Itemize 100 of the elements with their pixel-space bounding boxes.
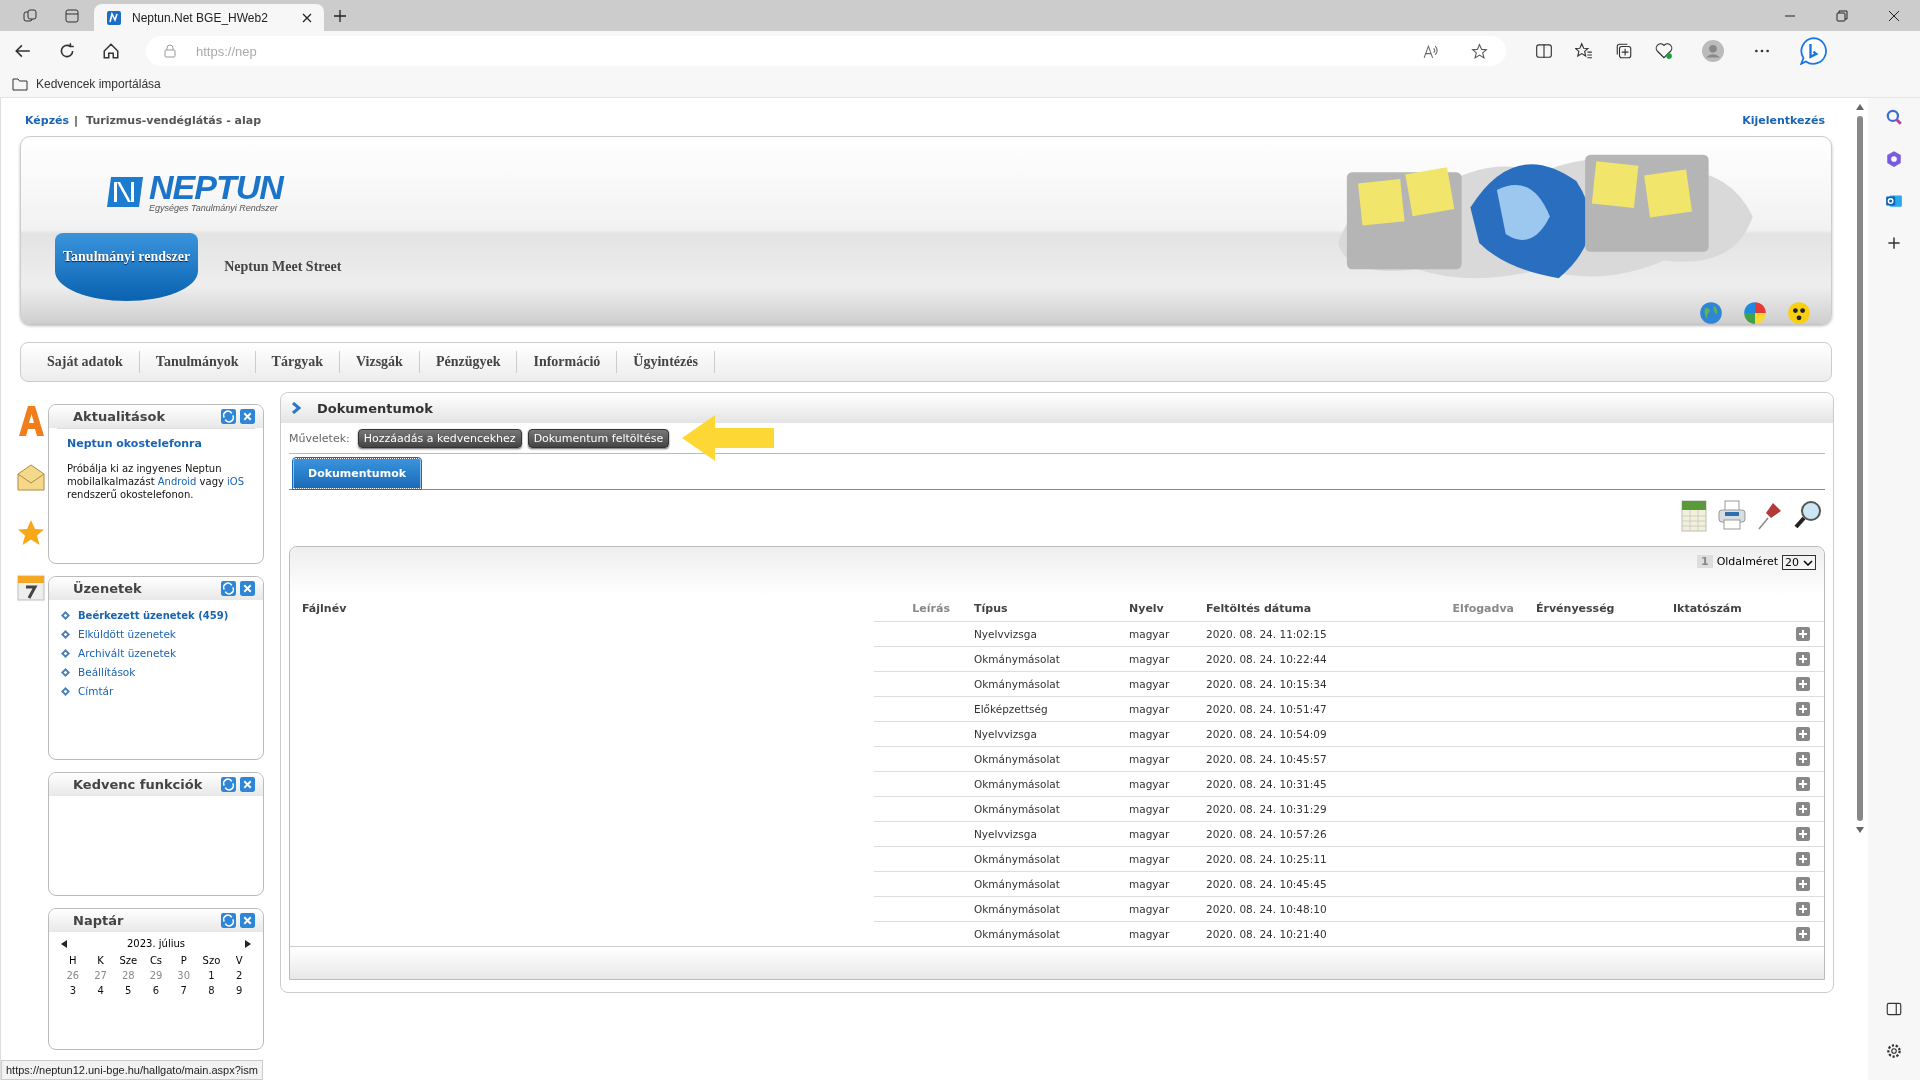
- refresh-icon[interactable]: [58, 42, 76, 60]
- plus-icon[interactable]: [1796, 777, 1810, 791]
- action-button[interactable]: Hozzáadás a kedvencekhez: [357, 428, 522, 448]
- collections-icon[interactable]: [1615, 42, 1633, 60]
- split-screen-icon[interactable]: [1535, 42, 1553, 60]
- column-header[interactable]: Elfogadva: [1439, 602, 1524, 615]
- calendar-day[interactable]: 8: [197, 985, 226, 996]
- plus-icon[interactable]: [1796, 852, 1810, 866]
- tab-actions-icon[interactable]: [64, 8, 80, 24]
- column-header[interactable]: Fájlnév: [290, 602, 874, 615]
- copilot-icon[interactable]: [1800, 37, 1828, 65]
- news-headline[interactable]: Neptun okostelefonra: [67, 437, 245, 450]
- panel-title: Naptár: [73, 913, 124, 928]
- restore-icon[interactable]: [1836, 10, 1848, 22]
- previous-month-icon[interactable]: [61, 939, 67, 948]
- calendar-day[interactable]: 2: [225, 970, 253, 981]
- heart-pulse-icon[interactable]: [1655, 42, 1673, 60]
- calendar-day[interactable]: 7: [169, 985, 198, 996]
- settings-icon[interactable]: [1885, 1042, 1903, 1060]
- plus-icon[interactable]: [1796, 927, 1810, 941]
- favorites-icon[interactable]: [1575, 42, 1593, 60]
- sidebar-icon[interactable]: [1885, 1000, 1903, 1018]
- profile-avatar-icon[interactable]: [1702, 40, 1724, 62]
- weekday-label: H: [68, 955, 78, 966]
- plus-icon[interactable]: [1796, 727, 1810, 741]
- home-icon[interactable]: [102, 42, 120, 60]
- plus-icon[interactable]: [1796, 877, 1810, 891]
- message-link[interactable]: Beállítások: [78, 666, 136, 678]
- workspaces-icon[interactable]: [22, 8, 38, 24]
- plus-icon[interactable]: [1796, 702, 1810, 716]
- column-header[interactable]: Feltöltés dátuma: [1194, 602, 1439, 615]
- message-link[interactable]: Elküldött üzenetek: [78, 628, 176, 640]
- menu-item[interactable]: Tárgyak: [255, 351, 340, 373]
- scroll-down-icon[interactable]: [1855, 827, 1864, 833]
- hexagon-icon[interactable]: [1885, 150, 1903, 168]
- add-icon[interactable]: [1885, 234, 1903, 252]
- column-header[interactable]: Iktatószám: [1661, 602, 1782, 615]
- action-button[interactable]: Dokumentum feltöltése: [527, 428, 670, 448]
- menu-item[interactable]: Ügyintézés: [617, 351, 715, 373]
- actions-label: Műveletek:: [289, 431, 350, 445]
- column-header[interactable]: Érvényesség: [1524, 602, 1661, 615]
- smiley-icon[interactable]: [1787, 301, 1811, 325]
- calendar-day[interactable]: 1: [197, 970, 226, 981]
- star-icon[interactable]: [1471, 42, 1488, 60]
- scroll-up-icon[interactable]: [1855, 104, 1864, 110]
- color-wheel-icon[interactable]: [1743, 301, 1767, 325]
- message-link[interactable]: Archivált üzenetek: [78, 647, 177, 659]
- app-link[interactable]: iOS: [227, 476, 245, 487]
- message-link[interactable]: Beérkezett üzenetek (459): [78, 610, 229, 621]
- calendar-day[interactable]: 28: [114, 970, 143, 981]
- favorites-bar-item[interactable]: Kedvencek importálása: [12, 77, 161, 91]
- menu-item[interactable]: Tanulmányok: [139, 351, 256, 373]
- app-link[interactable]: Android: [157, 476, 197, 487]
- calendar-day[interactable]: 4: [86, 985, 115, 996]
- logout-link[interactable]: Kijelentkezés: [1742, 113, 1825, 127]
- plus-icon[interactable]: [1796, 827, 1810, 841]
- logo-name: NEPTUN: [149, 171, 283, 203]
- message-link[interactable]: Címtár: [78, 685, 114, 697]
- calendar-day[interactable]: 26: [59, 970, 87, 981]
- calendar-day[interactable]: 9: [225, 985, 253, 996]
- program-name: Turizmus-vendéglátás - alap: [86, 113, 262, 127]
- breadcrumb-link[interactable]: Képzés: [25, 113, 70, 127]
- new-tab-icon[interactable]: [332, 8, 348, 24]
- calendar-day[interactable]: 5: [114, 985, 143, 996]
- column-header[interactable]: Típus: [962, 602, 1117, 615]
- menu-item[interactable]: Saját adatok: [31, 351, 140, 373]
- mail-app-icon[interactable]: [1885, 192, 1903, 210]
- back-icon[interactable]: [14, 42, 32, 60]
- table-cell: Nyelvvizsga: [962, 821, 1117, 846]
- content-tab[interactable]: Dokumentumok: [293, 458, 421, 489]
- menu-item[interactable]: Információ: [517, 351, 618, 373]
- calendar-day[interactable]: 3: [59, 985, 87, 996]
- calendar-day[interactable]: 30: [169, 970, 198, 981]
- plus-icon[interactable]: [1796, 677, 1810, 691]
- spreadsheet-export-icon[interactable]: [1679, 498, 1709, 534]
- menu-item[interactable]: Vizsgák: [339, 351, 420, 373]
- table-cell: magyar: [1117, 771, 1194, 796]
- calendar-day[interactable]: 29: [142, 970, 170, 981]
- next-month-icon[interactable]: [245, 939, 251, 948]
- plus-icon[interactable]: [1796, 752, 1810, 766]
- column-header[interactable]: Leírás: [874, 602, 962, 615]
- plus-icon[interactable]: [1796, 652, 1810, 666]
- page-title: Dokumentumok: [317, 400, 433, 416]
- close-icon[interactable]: [1888, 10, 1900, 22]
- plus-icon[interactable]: [1796, 802, 1810, 816]
- plus-icon[interactable]: [1796, 627, 1810, 641]
- close-icon[interactable]: [302, 12, 312, 23]
- calendar-day[interactable]: 6: [142, 985, 170, 996]
- column-header[interactable]: Nyelv: [1117, 602, 1194, 615]
- table-cell: Okmánymásolat: [962, 771, 1117, 796]
- page-size-select[interactable]: 20: [1782, 555, 1816, 570]
- system-tab[interactable]: Tanulmányi rendszer: [55, 233, 199, 301]
- globe-icon[interactable]: [1699, 301, 1723, 325]
- plus-icon[interactable]: [1796, 902, 1810, 916]
- system-tab[interactable]: Neptun Meet Street: [216, 239, 350, 295]
- browser-tab[interactable]: Neptun.Net BGE_HWeb2: [94, 4, 324, 31]
- calendar-day[interactable]: 27: [86, 970, 115, 981]
- read-aloud-icon[interactable]: [1422, 42, 1439, 60]
- menu-item[interactable]: Pénzügyek: [419, 351, 518, 373]
- table-cell: 2020. 08. 24. 10:57:26: [1194, 821, 1439, 846]
